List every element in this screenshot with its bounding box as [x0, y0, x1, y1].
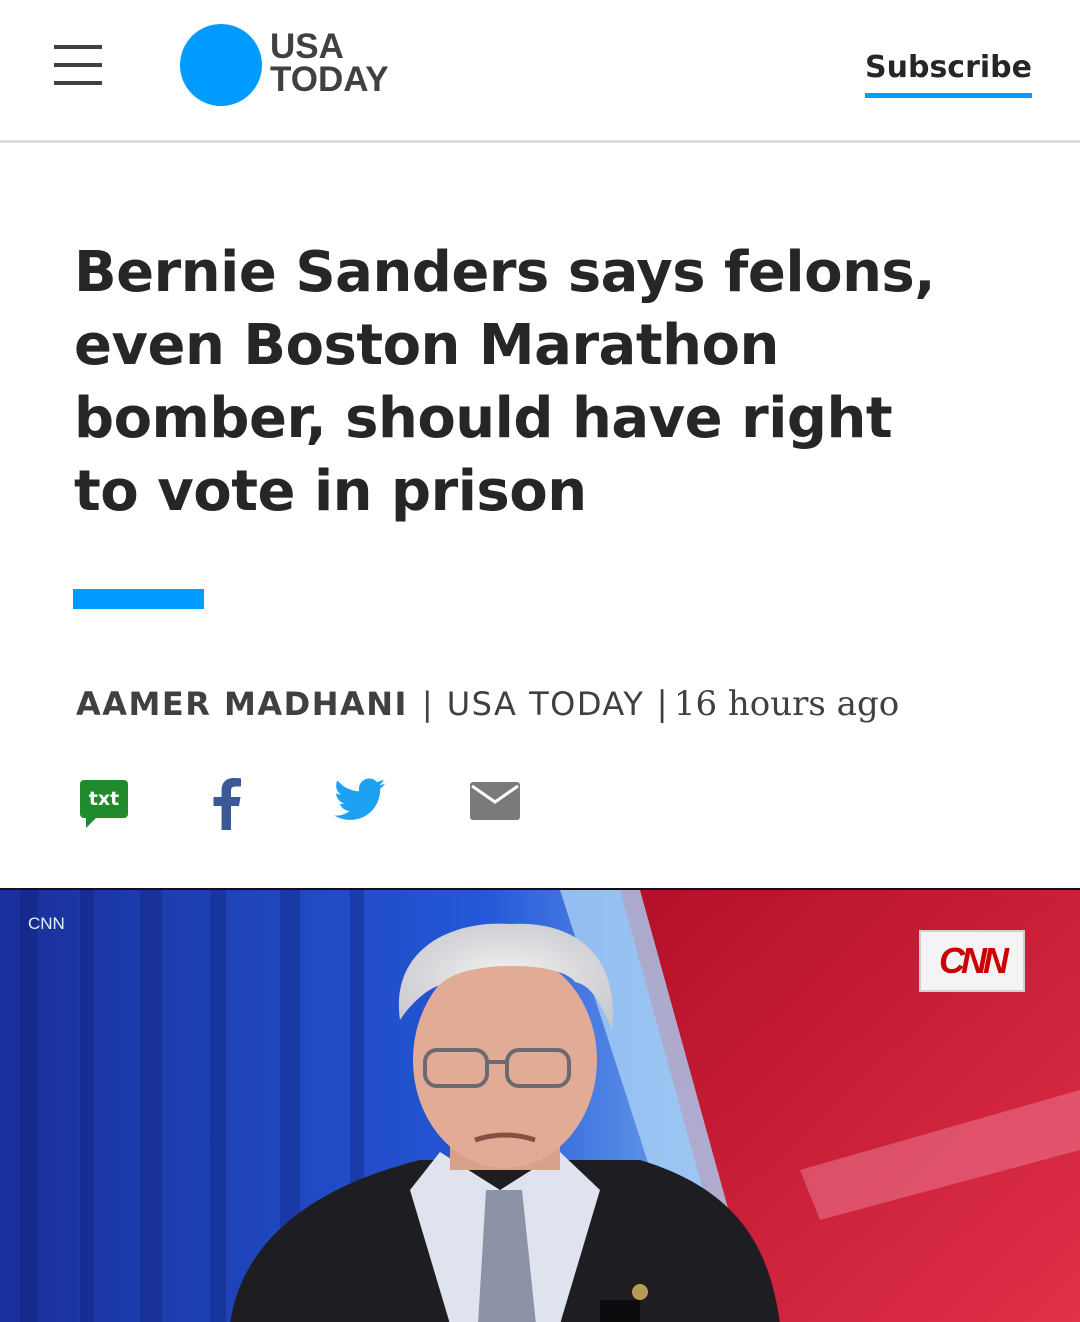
publish-time: 16 hours ago [673, 684, 900, 724]
sms-txt-icon[interactable]: txt [80, 776, 128, 828]
subscribe-link[interactable]: Subscribe [865, 50, 1032, 98]
byline-separator: | [656, 684, 668, 724]
author-name[interactable]: AAMER MADHANI [76, 685, 408, 723]
headline-line: to vote in prison [74, 459, 587, 524]
share-bar: txt [0, 776, 600, 836]
article-lead-photo: CNN CNN [0, 888, 1080, 1322]
logo-line-2: TODAY [270, 60, 389, 99]
logo-circle [180, 24, 262, 106]
cnn-network-logo: CNN [919, 930, 1025, 992]
email-icon[interactable] [470, 782, 520, 822]
logo-wordmark: USA TODAY [270, 27, 389, 99]
twitter-icon[interactable] [334, 776, 386, 826]
article-headline: Bernie Sanders says felons, even Boston … [74, 236, 974, 528]
headline-line: even Boston Marathon [74, 313, 779, 378]
byline-separator: | [421, 685, 433, 723]
headline-line: bomber, should have right [74, 386, 893, 451]
facebook-icon[interactable] [212, 776, 242, 830]
txt-bubble-tail [86, 816, 98, 828]
site-header: USA TODAY Subscribe [0, 0, 1080, 143]
headline-accent-bar [73, 589, 204, 609]
headline-line: Bernie Sanders says felons, [74, 240, 936, 305]
byline: AAMER MADHANI | USA TODAY | 16 hours ago [76, 684, 899, 730]
usa-today-logo[interactable]: USA TODAY [180, 24, 420, 106]
byline-source: USA TODAY [446, 685, 645, 723]
hamburger-menu-icon[interactable] [54, 45, 102, 85]
photo-credit: CNN [28, 914, 65, 933]
photo-scene [0, 890, 1080, 1322]
logo-line-1: USA [270, 27, 344, 66]
